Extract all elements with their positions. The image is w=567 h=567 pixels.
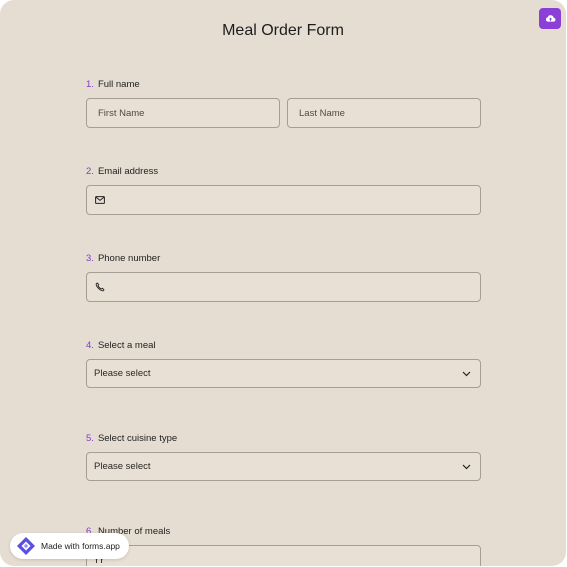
form-page: Meal Order Form 1. Full name First Name L… <box>0 0 566 566</box>
question-label-email: 2. Email address <box>86 166 158 177</box>
question-text: Select a meal <box>97 340 156 351</box>
question-number: 5. <box>86 433 94 444</box>
question-text: Select cuisine type <box>97 433 178 444</box>
meal-select[interactable]: Please select <box>86 359 481 388</box>
chevron-down-icon <box>462 464 471 470</box>
last-name-input[interactable]: Last Name <box>287 98 481 128</box>
question-number: 2. <box>86 166 94 177</box>
badge-text: Made with forms.app <box>41 541 120 551</box>
forms-app-logo <box>16 536 36 556</box>
question-text: Full name <box>97 79 140 90</box>
question-label-meal: 4. Select a meal <box>86 340 156 351</box>
question-number: 4. <box>86 340 94 351</box>
question-label-full-name: 1. Full name <box>86 79 140 90</box>
first-name-input[interactable]: First Name <box>86 98 280 128</box>
meal-count-input[interactable] <box>86 545 481 566</box>
meal-select-value: Please select <box>94 368 151 379</box>
email-input[interactable] <box>86 185 481 215</box>
cuisine-select-value: Please select <box>94 461 151 472</box>
question-number: 1. <box>86 79 94 90</box>
last-name-placeholder: Last Name <box>299 107 345 119</box>
question-text: Phone number <box>97 253 161 264</box>
cuisine-select[interactable]: Please select <box>86 452 481 481</box>
made-with-badge[interactable]: Made with forms.app <box>10 533 129 559</box>
question-text: Email address <box>97 166 159 177</box>
question-label-phone: 3. Phone number <box>86 253 160 264</box>
form-title: Meal Order Form <box>222 22 344 39</box>
question-number: 3. <box>86 253 94 264</box>
question-label-cuisine: 5. Select cuisine type <box>86 433 177 444</box>
first-name-placeholder: First Name <box>98 107 145 119</box>
chevron-down-icon <box>462 371 471 377</box>
envelope-icon <box>95 196 105 204</box>
phone-icon <box>95 282 105 292</box>
phone-input[interactable] <box>86 272 481 302</box>
